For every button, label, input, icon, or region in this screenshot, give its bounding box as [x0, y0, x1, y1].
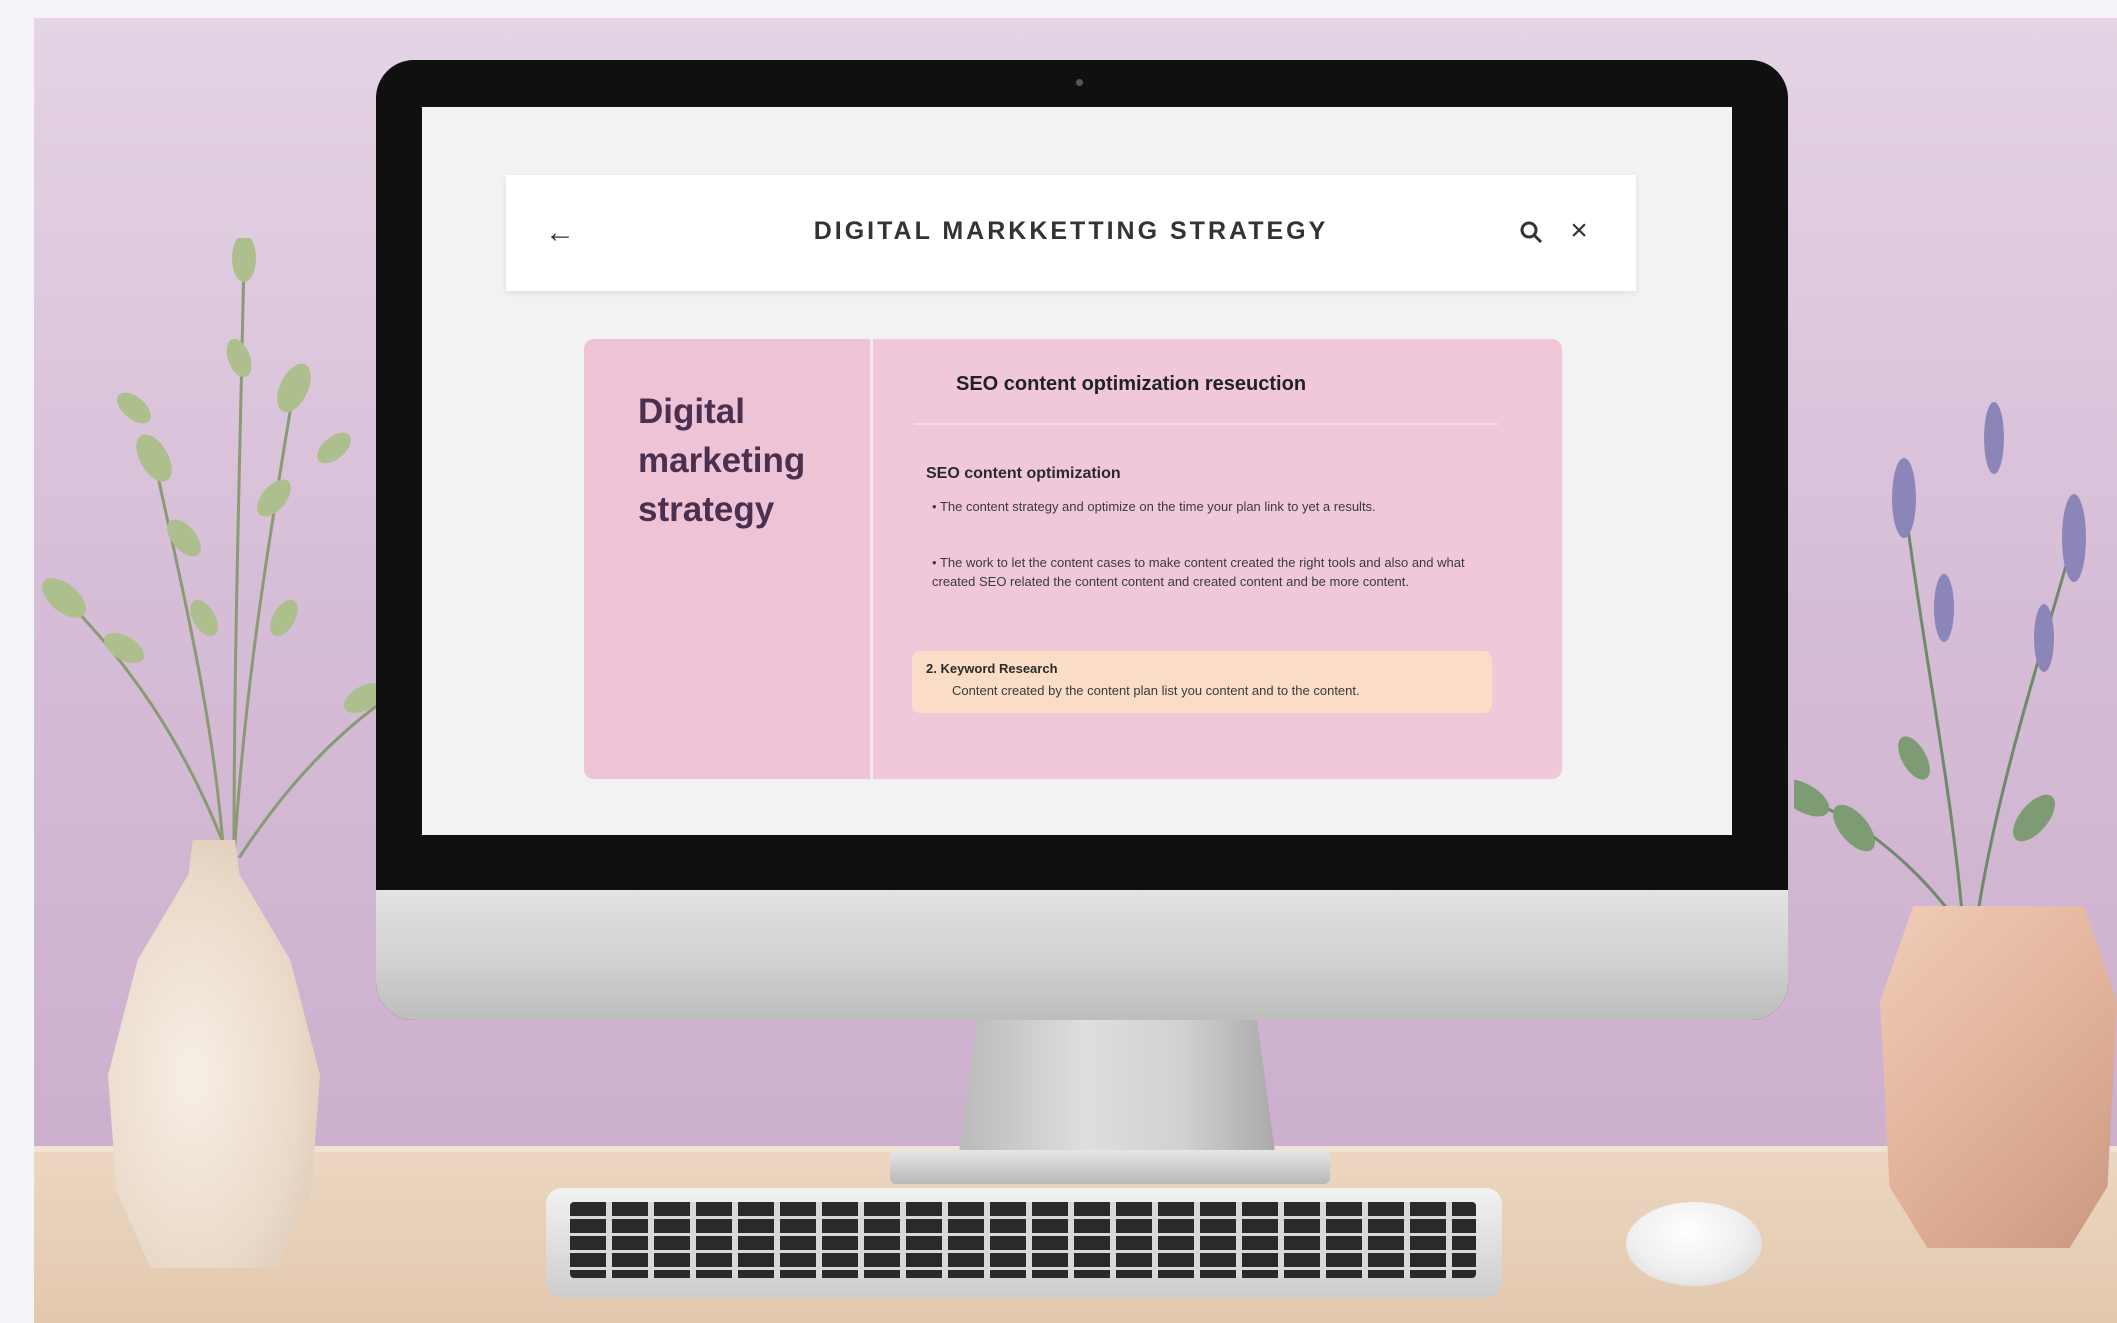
bullet-text: The content strategy and optimize on the… [939, 499, 1376, 514]
monitor-foot [890, 1150, 1330, 1184]
monitor-chin [376, 890, 1788, 1020]
mouse [1626, 1202, 1762, 1286]
keyboard [546, 1188, 1502, 1298]
bullet-text: The work to let the content cases to mak… [932, 555, 1465, 589]
content-card: Digital marketing strategy SEO content o… [584, 339, 1562, 779]
callout-box: 2. Keyword Research Content created by t… [912, 651, 1492, 713]
bullet-item: • The content strategy and optimize on t… [932, 499, 1376, 514]
close-icon[interactable]: × [1564, 215, 1594, 247]
section-divider [914, 423, 1498, 425]
callout-title: 2. Keyword Research [926, 661, 1058, 676]
monitor-stand [958, 1020, 1276, 1160]
monitor-screen: ← DIGITAL MARKKETTING STRATEGY × Digital… [422, 107, 1732, 835]
app-header: ← DIGITAL MARKKETTING STRATEGY × [506, 175, 1636, 291]
left-vase [108, 840, 320, 1268]
monitor: ← DIGITAL MARKKETTING STRATEGY × Digital… [376, 60, 1788, 1020]
search-icon[interactable] [1518, 219, 1544, 245]
card-heading: Digital marketing strategy [638, 392, 806, 529]
subsection-title: SEO content optimization [926, 465, 1121, 482]
callout-text: Content created by the content plan list… [952, 683, 1360, 698]
bullet-item: • The work to let the content cases to m… [932, 555, 1465, 589]
page-title: DIGITAL MARKKETTING STRATEGY [813, 217, 1329, 245]
right-plant [1794, 402, 2086, 938]
card-sidebar: Digital marketing strategy [584, 339, 873, 779]
section-title: SEO content optimization reseuction [956, 373, 1307, 395]
keyboard-keys [570, 1202, 1476, 1278]
right-vase [1880, 906, 2117, 1248]
webcam [1076, 79, 1083, 86]
